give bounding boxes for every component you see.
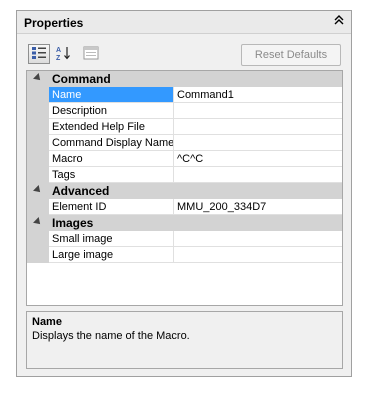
svg-text:Z: Z [56,55,61,61]
category-label: Advanced [52,184,110,198]
property-value[interactable]: MMU_200_334D7 [174,199,342,215]
sort-az-icon: A Z [55,45,71,64]
property-name[interactable]: Tags [49,167,174,183]
property-row[interactable]: Element ID MMU_200_334D7 [27,199,342,215]
category-command[interactable]: Command [27,71,342,87]
property-pages-icon [83,46,99,63]
categorized-view-button[interactable] [28,44,50,64]
property-name[interactable]: Name [49,87,174,103]
property-value[interactable]: ^C^C [174,151,342,167]
property-name[interactable]: Extended Help File [49,119,174,135]
collapse-triangle-icon[interactable] [33,217,43,227]
panel-title: Properties [24,16,84,30]
categorized-view-icon [31,46,47,63]
property-value[interactable] [174,247,342,263]
property-value[interactable] [174,167,342,183]
property-value[interactable]: Command1 [174,87,342,103]
category-images[interactable]: Images [27,215,342,231]
property-value[interactable] [174,135,342,151]
collapse-triangle-icon[interactable] [33,185,43,195]
description-title: Name [32,316,62,328]
property-name[interactable]: Element ID [49,199,174,215]
reset-defaults-button[interactable]: Reset Defaults [241,44,341,66]
sort-alphabetical-button[interactable]: A Z [52,44,74,64]
property-name[interactable]: Small image [49,231,174,247]
property-row[interactable]: Description [27,103,342,119]
property-pages-button[interactable] [80,44,102,64]
category-label: Images [52,216,94,230]
description-pane: Name Displays the name of the Macro. [26,311,343,369]
property-name[interactable]: Macro [49,151,174,167]
property-name[interactable]: Description [49,103,174,119]
panel-titlebar: Properties [17,11,351,34]
property-row[interactable]: Extended Help File [27,119,342,135]
property-grid: Command Name Command1 Description Extend… [26,70,343,306]
svg-text:A: A [56,47,61,54]
properties-toolbar: A Z Reset Defaults [17,33,351,69]
double-chevron-up-icon[interactable] [332,15,346,29]
category-label: Command [52,72,111,86]
category-advanced[interactable]: Advanced [27,183,342,199]
property-value[interactable] [174,231,342,247]
collapse-triangle-icon[interactable] [33,73,43,83]
property-row[interactable]: Large image [27,247,342,263]
property-value[interactable] [174,103,342,119]
property-name[interactable]: Large image [49,247,174,263]
property-row[interactable]: Tags [27,167,342,183]
description-text: Displays the name of the Macro. [32,330,190,342]
properties-panel: Properties A Z Reset Defaults Command Na… [16,10,352,377]
property-row[interactable]: Macro ^C^C [27,151,342,167]
property-row[interactable]: Small image [27,231,342,247]
property-row[interactable]: Name Command1 [27,87,342,103]
property-name[interactable]: Command Display Name [49,135,174,151]
property-row[interactable]: Command Display Name [27,135,342,151]
property-value[interactable] [174,119,342,135]
